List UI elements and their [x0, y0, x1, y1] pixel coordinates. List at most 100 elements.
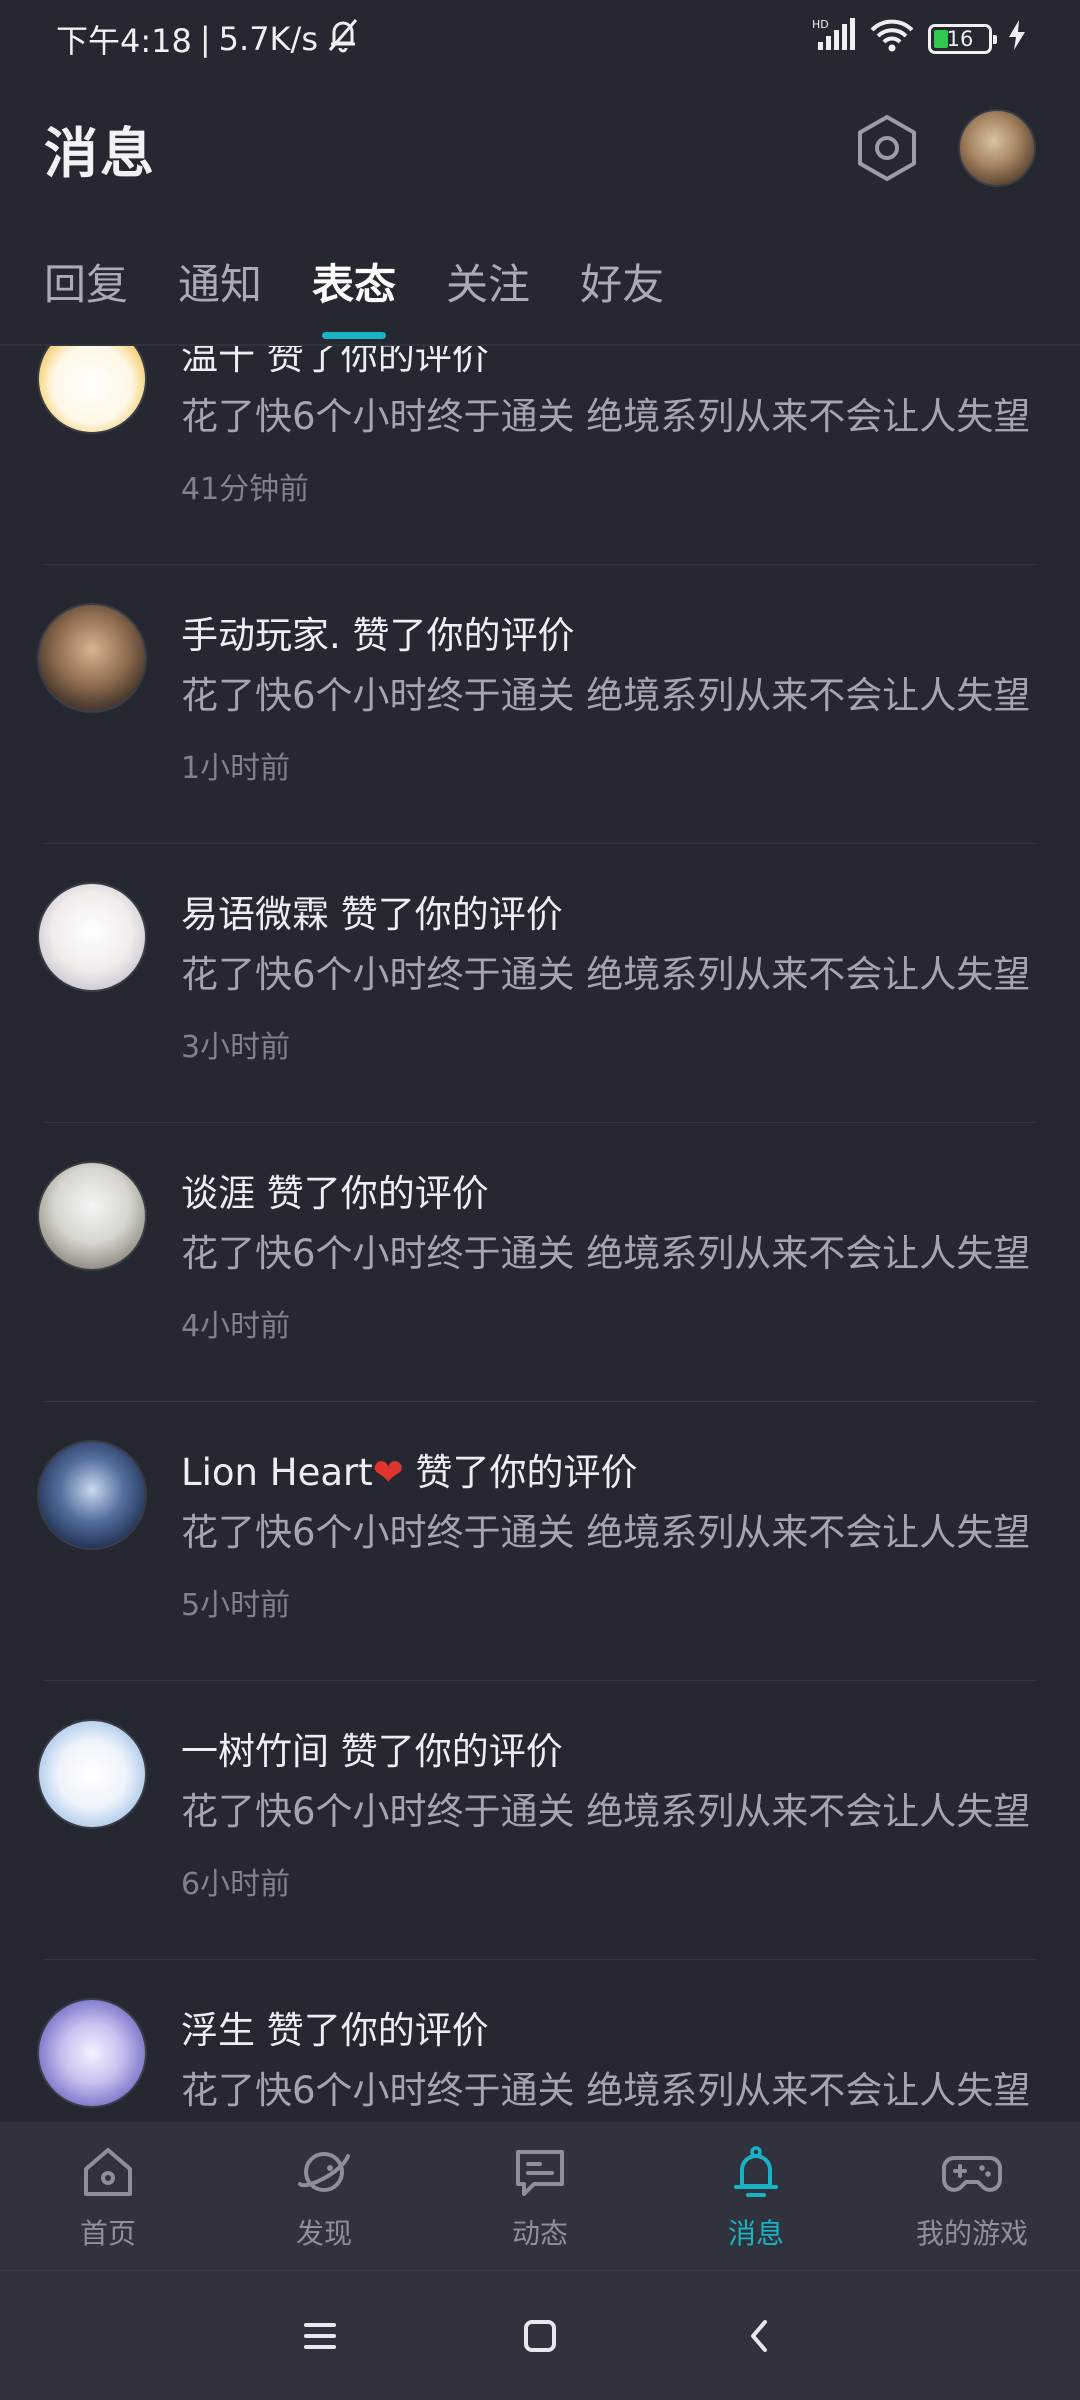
- user-avatar[interactable]: [958, 109, 1036, 187]
- list-item[interactable]: 谈涯 赞了你的评价 花了快6个小时终于通关 绝境系列从来不会让人失望 4小时前: [0, 1123, 1080, 1402]
- nav-messages[interactable]: 消息: [648, 2140, 864, 2252]
- network-speed: 5.7K/s: [218, 20, 318, 58]
- settings-button[interactable]: [852, 113, 922, 183]
- review-excerpt[interactable]: 花了快6个小时终于通关 绝境系列从来不会让人失望: [181, 665, 1036, 719]
- timestamp: 6小时前: [181, 1867, 291, 1902]
- item-title: 温十 赞了你的评价: [181, 346, 489, 380]
- messages-screen: 下午4:18 | 5.7K/s HD 16 消息 回复 通知 表态 关注 好友 …: [0, 0, 1080, 2400]
- avatar[interactable]: [37, 1440, 147, 1550]
- item-title: 一树竹间 赞了你的评价: [181, 1721, 563, 1775]
- discover-planet-icon: [292, 2140, 356, 2204]
- tab-friends[interactable]: 好友: [580, 217, 664, 345]
- avatar[interactable]: [37, 1998, 147, 2108]
- avatar[interactable]: [37, 346, 147, 434]
- menu-icon: [304, 2322, 336, 2349]
- home-button[interactable]: [510, 2306, 570, 2366]
- back-chevron-icon: [751, 2319, 767, 2352]
- action-text: 赞了你的评价: [340, 893, 563, 936]
- nav-feed[interactable]: 动态: [432, 2140, 648, 2252]
- review-excerpt[interactable]: 花了快6个小时终于通关 绝境系列从来不会让人失望: [181, 386, 1036, 440]
- nav-label: 消息: [727, 2217, 784, 2250]
- list-item[interactable]: 浮生 赞了你的评价 花了快6个小时终于通关 绝境系列从来不会让人失望: [0, 1960, 1080, 2122]
- network-type: HD: [812, 18, 829, 31]
- list-item[interactable]: 易语微霖 赞了你的评价 花了快6个小时终于通关 绝境系列从来不会让人失望 3小时…: [0, 844, 1080, 1123]
- back-button[interactable]: [730, 2306, 790, 2366]
- page-title: 消息: [44, 121, 156, 185]
- username[interactable]: Lion Heart: [181, 1451, 373, 1494]
- list-item[interactable]: Lion Heart❤ 赞了你的评价 花了快6个小时终于通关 绝境系列从来不会让…: [0, 1402, 1080, 1681]
- list-item[interactable]: 手动玩家. 赞了你的评价 花了快6个小时终于通关 绝境系列从来不会让人失望 1小…: [0, 565, 1080, 844]
- nav-label: 动态: [511, 2217, 568, 2250]
- feed-chat-icon: [508, 2140, 572, 2204]
- tab-following[interactable]: 关注: [446, 217, 530, 345]
- battery-indicator: 16: [928, 24, 997, 54]
- bell-icon: [724, 2140, 788, 2204]
- signal-icon: HD: [812, 18, 856, 60]
- username[interactable]: 温十: [181, 346, 255, 378]
- nav-discover[interactable]: 发现: [216, 2140, 432, 2252]
- heart-emoji-icon: ❤: [372, 1451, 404, 1494]
- timestamp: 5小时前: [181, 1588, 291, 1623]
- list-item[interactable]: 一树竹间 赞了你的评价 花了快6个小时终于通关 绝境系列从来不会让人失望 6小时…: [0, 1681, 1080, 1960]
- username[interactable]: 一树竹间: [181, 1730, 329, 1773]
- action-text: 赞了你的评价: [340, 1730, 563, 1773]
- action-text: 赞了你的评价: [266, 2009, 489, 2052]
- item-title: 手动玩家. 赞了你的评价: [181, 605, 575, 659]
- charging-icon: [1006, 19, 1028, 59]
- username[interactable]: 谈涯: [181, 1172, 255, 1215]
- header: 消息: [0, 78, 1080, 218]
- avatar[interactable]: [37, 1161, 147, 1271]
- status-right: HD 16: [812, 18, 1028, 60]
- timestamp: 3小时前: [181, 1030, 291, 1065]
- reaction-feed[interactable]: 温十 赞了你的评价 花了快6个小时终于通关 绝境系列从来不会让人失望 41分钟前…: [0, 346, 1080, 2122]
- status-left: 下午4:18 | 5.7K/s: [56, 16, 360, 62]
- username[interactable]: 浮生: [181, 2009, 255, 2052]
- feed-list: 温十 赞了你的评价 花了快6个小时终于通关 绝境系列从来不会让人失望 41分钟前…: [0, 346, 1080, 2122]
- action-text: 赞了你的评价: [415, 1451, 638, 1494]
- item-title: 易语微霖 赞了你的评价: [181, 884, 563, 938]
- menu-button[interactable]: [290, 2306, 350, 2366]
- battery-level: 16: [946, 27, 974, 51]
- settings-hexagon-icon: [858, 115, 916, 181]
- timestamp: 1小时前: [181, 751, 291, 786]
- timestamp: 41分钟前: [181, 472, 310, 507]
- list-item[interactable]: 温十 赞了你的评价 花了快6个小时终于通关 绝境系列从来不会让人失望 41分钟前: [0, 346, 1080, 565]
- header-actions: [852, 109, 1036, 187]
- avatar[interactable]: [37, 603, 147, 713]
- bottom-navigation: 首页 发现 动态 消息 我的游戏: [0, 2122, 1080, 2270]
- nav-my-games[interactable]: 我的游戏: [864, 2140, 1080, 2252]
- system-navigation-bar: [0, 2270, 1080, 2400]
- nav-label: 发现: [295, 2217, 352, 2250]
- avatar[interactable]: [37, 1719, 147, 1829]
- action-text: 赞了你的评价: [352, 614, 575, 657]
- square-home-icon: [524, 2319, 556, 2352]
- review-excerpt[interactable]: 花了快6个小时终于通关 绝境系列从来不会让人失望: [181, 1502, 1036, 1556]
- item-title: Lion Heart❤ 赞了你的评价: [181, 1442, 638, 1496]
- home-icon: [76, 2140, 140, 2204]
- message-tabs: 回复 通知 表态 关注 好友: [0, 218, 1080, 346]
- nav-label: 首页: [79, 2217, 136, 2250]
- gamepad-icon: [940, 2140, 1004, 2204]
- item-title: 浮生 赞了你的评价: [181, 2000, 489, 2054]
- review-excerpt[interactable]: 花了快6个小时终于通关 绝境系列从来不会让人失望: [181, 944, 1036, 998]
- action-text: 赞了你的评价: [266, 1172, 489, 1215]
- status-separator: |: [199, 20, 211, 58]
- tab-replies[interactable]: 回复: [44, 217, 128, 345]
- tab-reactions[interactable]: 表态: [312, 217, 396, 345]
- review-excerpt[interactable]: 花了快6个小时终于通关 绝境系列从来不会让人失望: [181, 2060, 1036, 2114]
- item-title: 谈涯 赞了你的评价: [181, 1163, 489, 1217]
- timestamp: 4小时前: [181, 1309, 291, 1344]
- status-bar: 下午4:18 | 5.7K/s HD 16: [0, 0, 1080, 78]
- action-text: 赞了你的评价: [266, 346, 489, 378]
- username[interactable]: 易语微霖: [181, 893, 329, 936]
- nav-home[interactable]: 首页: [0, 2140, 216, 2252]
- nav-label: 我的游戏: [915, 2217, 1028, 2250]
- review-excerpt[interactable]: 花了快6个小时终于通关 绝境系列从来不会让人失望: [181, 1781, 1036, 1835]
- review-excerpt[interactable]: 花了快6个小时终于通关 绝境系列从来不会让人失望: [181, 1223, 1036, 1277]
- status-time: 下午4:18: [56, 22, 192, 60]
- wifi-icon: [870, 18, 914, 60]
- username[interactable]: 手动玩家.: [181, 614, 341, 657]
- mute-bell-icon: [326, 17, 360, 61]
- tab-notifications[interactable]: 通知: [178, 217, 262, 345]
- avatar[interactable]: [37, 882, 147, 992]
